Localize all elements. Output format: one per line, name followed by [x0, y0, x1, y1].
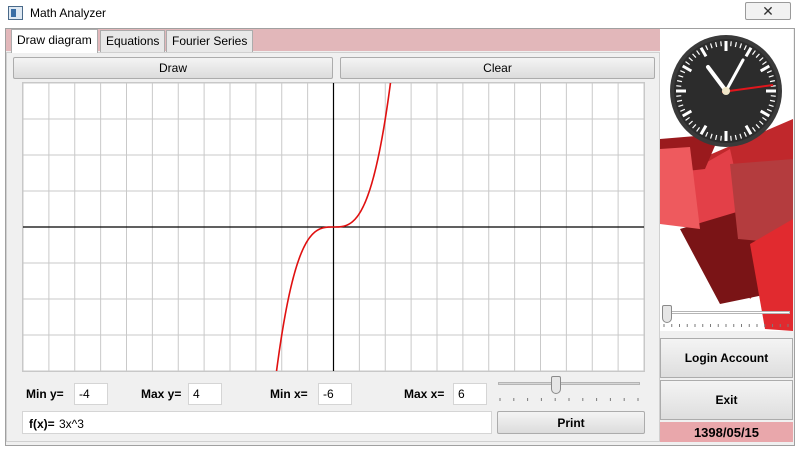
- function-label: f(x)=: [29, 417, 55, 431]
- side-slider-ticks: [663, 324, 789, 327]
- title-bar: Math Analyzer ✕: [0, 0, 800, 28]
- zoom-slider-ticks: [499, 398, 639, 401]
- tab-equations[interactable]: Equations: [100, 30, 166, 52]
- clock-tick: [730, 41, 732, 47]
- decorative-art: [660, 35, 793, 331]
- print-button[interactable]: Print: [497, 411, 645, 434]
- function-input[interactable]: 3x^3: [59, 417, 84, 431]
- min-x-label: Min x=: [270, 387, 308, 401]
- clock-tick: [676, 95, 682, 97]
- clock-tick: [770, 95, 776, 97]
- clock-tick: [720, 135, 722, 141]
- window-title: Math Analyzer: [30, 6, 107, 20]
- zoom-slider[interactable]: [498, 376, 640, 404]
- close-button[interactable]: ✕: [745, 2, 791, 20]
- app-icon: [8, 6, 23, 20]
- plot-area: [22, 66, 645, 388]
- max-x-label: Max x=: [404, 387, 445, 401]
- side-slider-track: [662, 311, 790, 314]
- clock-tick: [676, 85, 682, 87]
- zoom-slider-track: [498, 382, 640, 385]
- max-x-input[interactable]: [453, 383, 487, 405]
- zoom-slider-thumb[interactable]: [550, 376, 561, 394]
- tab-draw-diagram[interactable]: Draw diagram: [11, 29, 98, 53]
- date-display: 1398/05/15: [660, 422, 793, 442]
- draw-button[interactable]: Draw: [13, 57, 333, 79]
- clock-icon: [670, 35, 782, 147]
- login-account-button[interactable]: Login Account: [660, 338, 793, 378]
- min-y-input[interactable]: [74, 383, 108, 405]
- min-y-label: Min y=: [26, 387, 64, 401]
- side-slider[interactable]: [662, 305, 790, 329]
- side-panel: [660, 29, 793, 331]
- max-y-label: Max y=: [141, 387, 182, 401]
- min-x-input[interactable]: [318, 383, 352, 405]
- function-graph: [22, 66, 645, 388]
- clock-tick: [730, 135, 732, 141]
- exit-button[interactable]: Exit: [660, 380, 793, 420]
- function-field[interactable]: f(x)= 3x^3: [22, 411, 492, 434]
- clock-tick: [720, 41, 722, 47]
- side-slider-thumb[interactable]: [662, 305, 672, 323]
- clear-button[interactable]: Clear: [340, 57, 655, 79]
- tab-fourier-series[interactable]: Fourier Series: [166, 30, 254, 52]
- max-y-input[interactable]: [188, 383, 222, 405]
